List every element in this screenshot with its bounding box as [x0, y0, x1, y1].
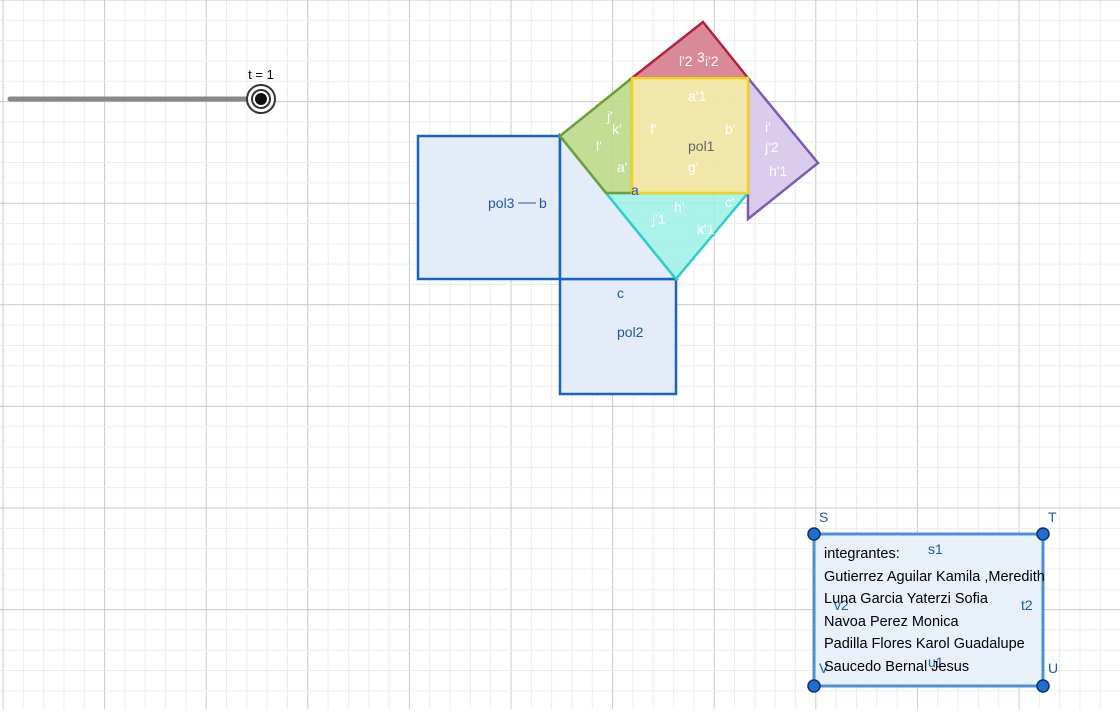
label-U: U — [1048, 660, 1058, 676]
label-c1: c' — [725, 194, 735, 210]
label-f1: f' — [650, 121, 657, 137]
point-U[interactable] — [1036, 679, 1050, 693]
member-2: Luna Garcia Yaterzi Sofia — [824, 591, 988, 608]
label-b: b — [539, 195, 547, 211]
geometry-canvas[interactable]: pol3 b c pol2 pol1 a'1 b' f' g' a' a c' … — [0, 0, 1120, 709]
label-i1: i' — [765, 119, 771, 135]
label-pol3: pol3 — [488, 195, 515, 211]
purple-piece[interactable] — [746, 74, 820, 222]
point-S[interactable] — [807, 527, 821, 541]
red-piece[interactable] — [628, 20, 751, 80]
label-k1: k' — [612, 121, 622, 137]
slider-label: t = 1 — [248, 67, 274, 82]
label-pol1: pol1 — [688, 138, 715, 154]
label-h11: h'1 — [769, 163, 787, 179]
label-S: S — [819, 509, 828, 525]
slider-handle-dot — [255, 93, 267, 105]
label-pol2: pol2 — [617, 324, 644, 340]
label-h1: h' — [674, 199, 684, 215]
label-red-i2: i'2 — [705, 53, 719, 69]
label-j11: j'1 — [651, 211, 666, 227]
label-a2: a' — [617, 159, 627, 175]
member-4: Padilla Flores Karol Guadalupe — [824, 636, 1025, 653]
members-title: integrantes: — [824, 546, 900, 562]
member-1: Gutierrez Aguilar Kamila ,Meredith — [824, 568, 1045, 585]
label-c: c — [617, 285, 624, 301]
label-red-3: 3 — [697, 49, 705, 65]
members-text: integrantes: Gutierrez Aguilar Kamila ,M… — [824, 543, 1045, 679]
label-T: T — [1048, 509, 1057, 525]
label-red-l2: l'2 — [679, 53, 693, 69]
label-g1: g' — [688, 159, 698, 175]
point-T[interactable] — [1036, 527, 1050, 541]
label-a1: a'1 — [688, 88, 706, 104]
label-b1: b' — [725, 121, 735, 137]
point-V[interactable] — [807, 679, 821, 693]
member-5: Saucedo Bernal Jesus — [824, 658, 970, 675]
label-j22: j'2 — [764, 139, 779, 155]
label-a: a — [631, 182, 639, 198]
label-k11: k'1 — [697, 221, 715, 237]
member-3: Navoa Perez Monica — [824, 613, 959, 630]
label-l1: l' — [596, 138, 602, 154]
